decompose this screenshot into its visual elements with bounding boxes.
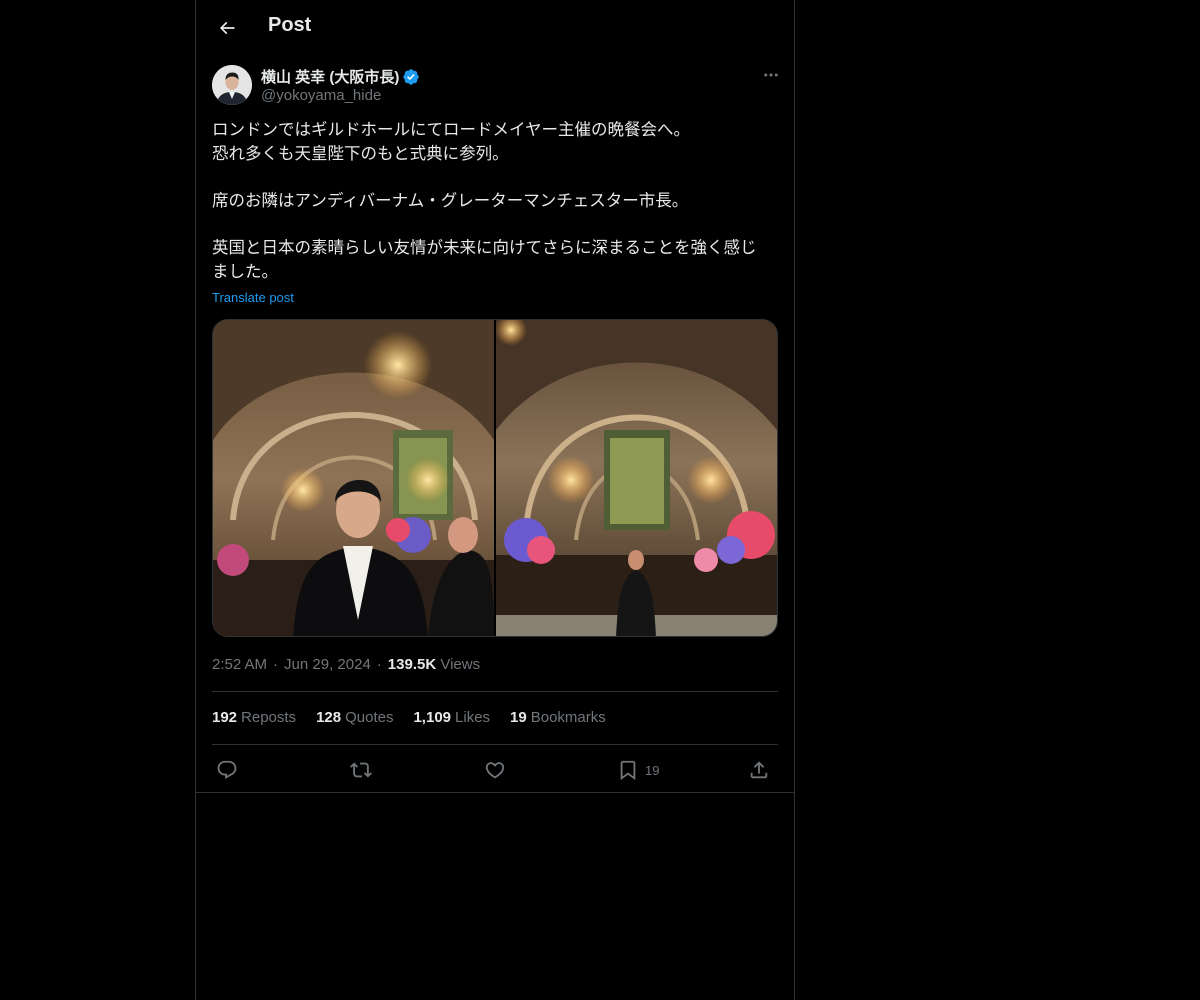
likes-count: 1,109 <box>413 709 452 726</box>
photo-1[interactable] <box>213 320 494 636</box>
quotes-label: Quotes <box>345 709 394 726</box>
avatar[interactable] <box>212 65 252 105</box>
divider <box>212 691 778 692</box>
post-line: 席のお隣はアンディバーナム・グレーターマンチェスター市長。 <box>212 192 689 210</box>
page-title: Post <box>268 14 312 36</box>
photo-2[interactable] <box>496 320 777 636</box>
post-line: 英国と日本の素晴らしい友情が未来に向けてさらに深まることを強く感じ <box>212 239 757 257</box>
author-name-text: 横山 英幸 (大阪市長) <box>261 69 400 86</box>
post-line: ました。 <box>212 263 278 281</box>
post-time[interactable]: 2:52 AM <box>212 656 267 673</box>
reply-icon <box>217 760 237 779</box>
share-button[interactable] <box>748 756 770 784</box>
repost-icon <box>350 762 372 778</box>
post-date[interactable]: Jun 29, 2024 <box>284 656 371 673</box>
post-line: 恐れ多くも天皇陛下のもと式典に参列。 <box>212 145 509 163</box>
post-text: ロンドンではギルドホールにてロードメイヤー主催の晩餐会へ。 恐れ多くも天皇陛下の… <box>212 118 778 284</box>
verified-badge-icon <box>402 68 420 86</box>
likes-stat[interactable]: 1,109 Likes <box>413 709 490 726</box>
divider <box>212 744 778 745</box>
bookmark-count: 19 <box>645 762 660 778</box>
reply-button[interactable] <box>216 756 238 784</box>
post-column: Post 横山 英幸 (大阪市長) @yokoyama_hide ロンドンではギ… <box>195 0 795 1000</box>
reposts-stat[interactable]: 192 Reposts <box>212 709 296 726</box>
reposts-label: Reposts <box>241 709 297 726</box>
avatar-image <box>212 65 252 105</box>
top-bar: Post <box>196 0 794 54</box>
bookmarks-count: 19 <box>510 709 527 726</box>
translate-post-link[interactable]: Translate post <box>212 290 294 305</box>
more-button[interactable] <box>760 64 782 86</box>
post-line: ロンドンではギルドホールにてロードメイヤー主催の晩餐会へ。 <box>212 121 691 139</box>
media-grid <box>212 319 778 637</box>
more-icon <box>764 73 778 77</box>
quotes-count: 128 <box>316 709 342 726</box>
like-icon <box>485 762 505 779</box>
post-bottom-border <box>196 792 794 793</box>
quotes-stat[interactable]: 128 Quotes <box>316 709 393 726</box>
bookmark-icon <box>620 760 636 781</box>
repost-button[interactable] <box>350 756 372 784</box>
back-button[interactable] <box>210 11 244 45</box>
views-label: Views <box>440 656 481 673</box>
share-icon <box>750 761 768 779</box>
engagement-stats: 192 Reposts 128 Quotes 1,109 Likes 19 Bookma… <box>212 709 626 726</box>
bookmarks-stat[interactable]: 19 Bookmarks <box>510 709 606 726</box>
action-bar: 19 <box>212 756 778 784</box>
views-count: 139.5K <box>387 656 437 673</box>
likes-label: Likes <box>455 709 491 726</box>
author-name[interactable]: 横山 英幸 (大阪市長) <box>261 66 420 87</box>
post-meta: 2:52 AM · Jun 29, 2024 · 139.5K Views <box>212 656 481 673</box>
bookmarks-label: Bookmarks <box>530 709 606 726</box>
bookmark-button[interactable]: 19 <box>617 756 659 784</box>
back-arrow-icon <box>219 21 235 35</box>
author-handle[interactable]: @yokoyama_hide <box>261 87 381 104</box>
reposts-count: 192 <box>212 709 238 726</box>
like-button[interactable] <box>484 756 506 784</box>
